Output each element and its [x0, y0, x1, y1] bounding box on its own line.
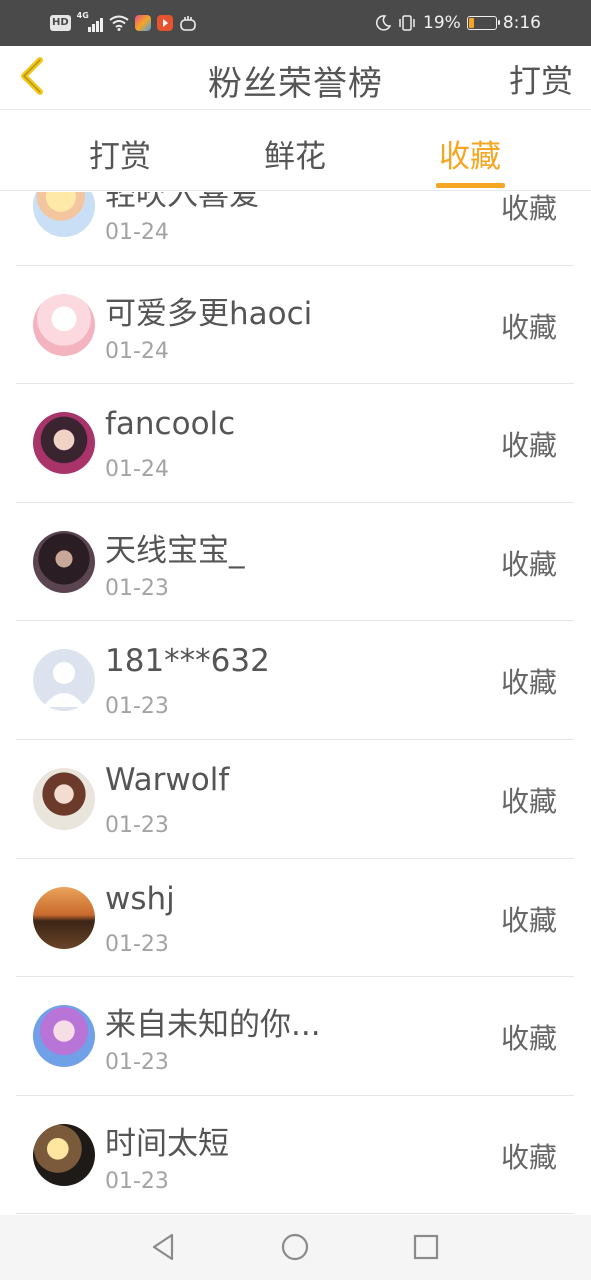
- grab-icon: [179, 16, 196, 31]
- avatar: [33, 886, 95, 949]
- list-item[interactable]: fancoolc 01-24 收藏: [0, 384, 591, 503]
- battery-percent: 19%: [423, 13, 461, 33]
- avatar: [33, 767, 95, 830]
- tab-flowers[interactable]: 鲜花: [240, 131, 350, 176]
- hd-icon: HD: [50, 15, 71, 31]
- fan-name: 天线宝宝_: [105, 532, 245, 569]
- fan-date: 01-23: [105, 812, 169, 838]
- list-item[interactable]: 轻吹入喜爱 01-24 收藏: [0, 192, 591, 266]
- fan-action: 收藏: [500, 192, 557, 225]
- 4g-signal-icon: 4G: [77, 11, 103, 32]
- tab-tip[interactable]: 打赏: [65, 131, 175, 176]
- avatar: [33, 293, 95, 356]
- fan-action: 收藏: [500, 1022, 557, 1056]
- status-bar: HD 4G 19% 8:16: [0, 0, 591, 46]
- fan-name: fancoolc: [105, 406, 236, 443]
- wifi-icon: [109, 15, 129, 31]
- fan-date: 01-24: [105, 338, 169, 364]
- avatar: [33, 192, 95, 237]
- fan-name: 181***632: [105, 643, 270, 680]
- list-item[interactable]: 181***632 01-23 收藏: [0, 621, 591, 740]
- page-title: 粉丝荣誉榜: [208, 64, 383, 104]
- fan-name: 可爱多更haoci: [105, 295, 313, 332]
- fan-action: 收藏: [500, 310, 557, 344]
- tab-bar: 打赏 鲜花 收藏: [0, 111, 591, 191]
- header-tip-button[interactable]: 打赏: [509, 56, 573, 102]
- fan-date: 01-23: [105, 1168, 169, 1194]
- list-item[interactable]: 天线宝宝_ 01-23 收藏: [0, 503, 591, 622]
- back-triangle-icon[interactable]: [148, 1231, 180, 1263]
- fan-list[interactable]: 轻吹入喜爱 01-24 收藏 可爱多更haoci 01-24 收藏 fancoo…: [0, 192, 591, 1215]
- fan-action: 收藏: [500, 429, 557, 463]
- system-nav-bar: [0, 1215, 591, 1280]
- avatar: [33, 412, 95, 475]
- video-app-icon: [156, 15, 173, 31]
- status-left-icons: HD 4G: [50, 11, 197, 34]
- fan-date: 01-24: [105, 220, 169, 245]
- recents-square-icon[interactable]: [410, 1231, 442, 1263]
- status-right-icons: 19% 8:16: [375, 12, 541, 34]
- home-circle-icon[interactable]: [279, 1231, 311, 1263]
- app-header: 粉丝荣誉榜 打赏: [0, 46, 591, 110]
- fan-action: 收藏: [500, 547, 557, 581]
- fan-date: 01-23: [105, 1050, 169, 1076]
- fan-date: 01-23: [105, 694, 169, 720]
- list-item[interactable]: Warwolf 01-23 收藏: [0, 740, 591, 859]
- fan-action: 收藏: [500, 666, 557, 700]
- list-item[interactable]: wshj 01-23 收藏: [0, 859, 591, 978]
- fan-action: 收藏: [500, 784, 557, 818]
- fan-action: 收藏: [500, 903, 557, 937]
- default-avatar-icon: [43, 662, 85, 708]
- fan-date: 01-23: [105, 931, 169, 957]
- battery-level: [468, 18, 475, 28]
- fan-name: wshj: [105, 880, 175, 917]
- avatar: [33, 530, 95, 593]
- vibrate-icon: [399, 15, 415, 31]
- fan-date: 01-24: [105, 457, 169, 483]
- tab-favorites[interactable]: 收藏: [415, 131, 525, 176]
- moon-icon: [376, 15, 392, 31]
- fan-name: 来自未知的你...: [105, 1007, 321, 1044]
- clock: 8:16: [502, 13, 541, 33]
- avatar: [33, 1005, 95, 1068]
- fan-name: 轻吹入喜爱: [105, 192, 260, 213]
- app-icon: [134, 15, 151, 31]
- avatar: [33, 649, 95, 712]
- battery-icon: [466, 16, 500, 30]
- fan-name: 时间太短: [105, 1125, 229, 1162]
- list-item[interactable]: 来自未知的你... 01-23 收藏: [0, 977, 591, 1096]
- list-item[interactable]: 时间太短 01-23 收藏: [0, 1096, 591, 1215]
- avatar: [33, 1123, 95, 1186]
- active-tab-indicator: [436, 183, 505, 188]
- fan-name: Warwolf: [105, 761, 230, 798]
- fan-action: 收藏: [500, 1140, 557, 1174]
- fan-date: 01-23: [105, 575, 169, 601]
- list-item[interactable]: 可爱多更haoci 01-24 收藏: [0, 266, 591, 385]
